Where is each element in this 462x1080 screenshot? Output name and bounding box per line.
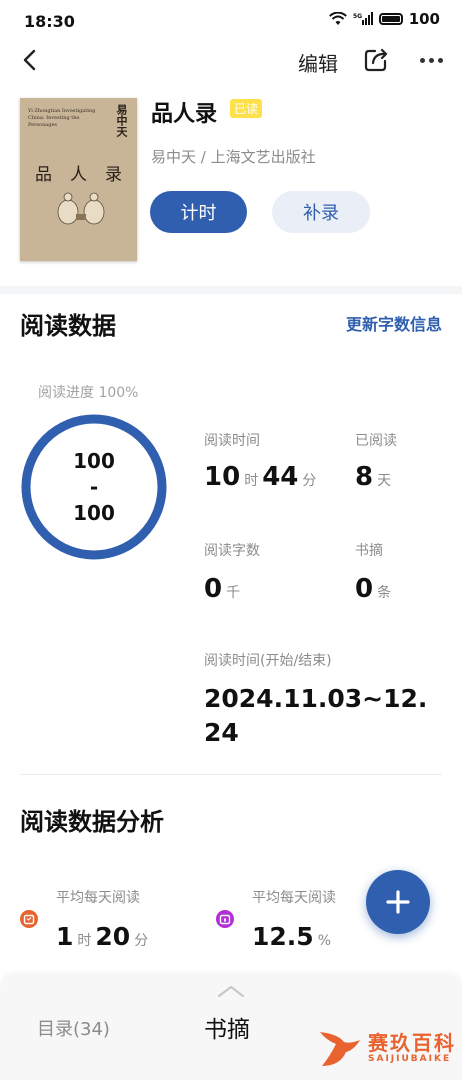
- timer-button[interactable]: 计时: [150, 191, 247, 233]
- watermark-en: SAIJIUBAIKE: [368, 1054, 452, 1064]
- ring-bottom-value: 100: [73, 501, 115, 525]
- whale-tail-logo-icon: [320, 1032, 360, 1066]
- cover-author-text: 易中天: [115, 104, 128, 137]
- edit-button[interactable]: 编辑: [298, 48, 338, 77]
- reading-time-value: 10 时 44 分: [204, 462, 317, 492]
- update-word-count-link[interactable]: 更新字数信息: [346, 311, 442, 335]
- days-read-value: 8天: [355, 462, 392, 492]
- section-separator: [20, 774, 442, 775]
- svg-text:5G: 5G: [353, 13, 362, 20]
- read-status-badge: 已读: [230, 99, 263, 118]
- chevron-left-icon: [23, 49, 36, 71]
- book-title: 品人录: [151, 102, 218, 127]
- cover-english-text: Yi Zhongtian Investigating China: Invest…: [28, 108, 96, 128]
- reading-time-label: 阅读时间: [204, 433, 260, 449]
- more-button[interactable]: [416, 46, 446, 74]
- reading-data-title: 阅读数据: [20, 312, 116, 340]
- word-count-value: 0千: [204, 574, 241, 604]
- cover-title-char: 人: [70, 165, 87, 185]
- reading-range-label: 阅读时间(开始/结束): [204, 653, 332, 669]
- word-count-label: 阅读字数: [204, 543, 260, 559]
- share-button[interactable]: [362, 46, 390, 74]
- cover-title-char: 品: [35, 165, 52, 185]
- plus-icon: [386, 890, 410, 914]
- calendar-icon: [20, 910, 38, 928]
- book-author-publisher: 易中天 / 上海文艺出版社: [151, 148, 316, 166]
- tab-excerpts[interactable]: 书摘: [204, 1010, 250, 1044]
- excerpts-value: 0条: [355, 574, 392, 604]
- avg-percent-label: 平均每天阅读: [252, 890, 336, 906]
- back-button[interactable]: [14, 44, 44, 76]
- ring-separator: -: [89, 475, 99, 499]
- excerpts-label: 书摘: [355, 543, 383, 559]
- progress-label: 阅读进度 100%: [38, 385, 139, 401]
- status-time: 18:30: [24, 12, 75, 31]
- tab-table-of-contents[interactable]: 目录(34): [37, 1015, 110, 1041]
- avg-time-value: 1 时 20 分: [56, 922, 149, 951]
- ring-top-value: 100: [73, 449, 115, 473]
- share-icon: [364, 48, 388, 72]
- days-read-label: 已阅读: [355, 433, 397, 449]
- watermark: 赛玖百科 SAIJIUBAIKE: [316, 1020, 462, 1076]
- signal-icon: 5G: [353, 12, 373, 25]
- avg-percent-value: 12.5%: [252, 922, 331, 951]
- supplement-record-button[interactable]: 补录: [272, 191, 370, 233]
- watermark-cn: 赛玖百科: [368, 1031, 456, 1055]
- progress-ring-text: 100 - 100: [20, 413, 168, 561]
- cover-illustration: [57, 192, 105, 225]
- wifi-icon: [328, 12, 347, 25]
- analysis-title: 阅读数据分析: [20, 808, 164, 836]
- battery-level: 100: [408, 10, 440, 28]
- more-icon: [419, 57, 425, 63]
- cover-title: 品 人 录: [26, 160, 131, 185]
- cover-title-char: 录: [105, 165, 122, 185]
- reading-range-value: 2024.11.03~12.24: [204, 684, 428, 747]
- add-button[interactable]: [366, 870, 430, 934]
- battery-icon: [378, 13, 403, 25]
- book-cover[interactable]: Yi Zhongtian Investigating China: Invest…: [20, 98, 137, 261]
- avg-time-label: 平均每天阅读: [56, 890, 140, 906]
- chevron-up-icon[interactable]: [216, 984, 246, 998]
- status-icons: 5G 100: [328, 10, 440, 28]
- section-divider: [0, 286, 462, 294]
- calendar-percent-icon: [216, 910, 234, 928]
